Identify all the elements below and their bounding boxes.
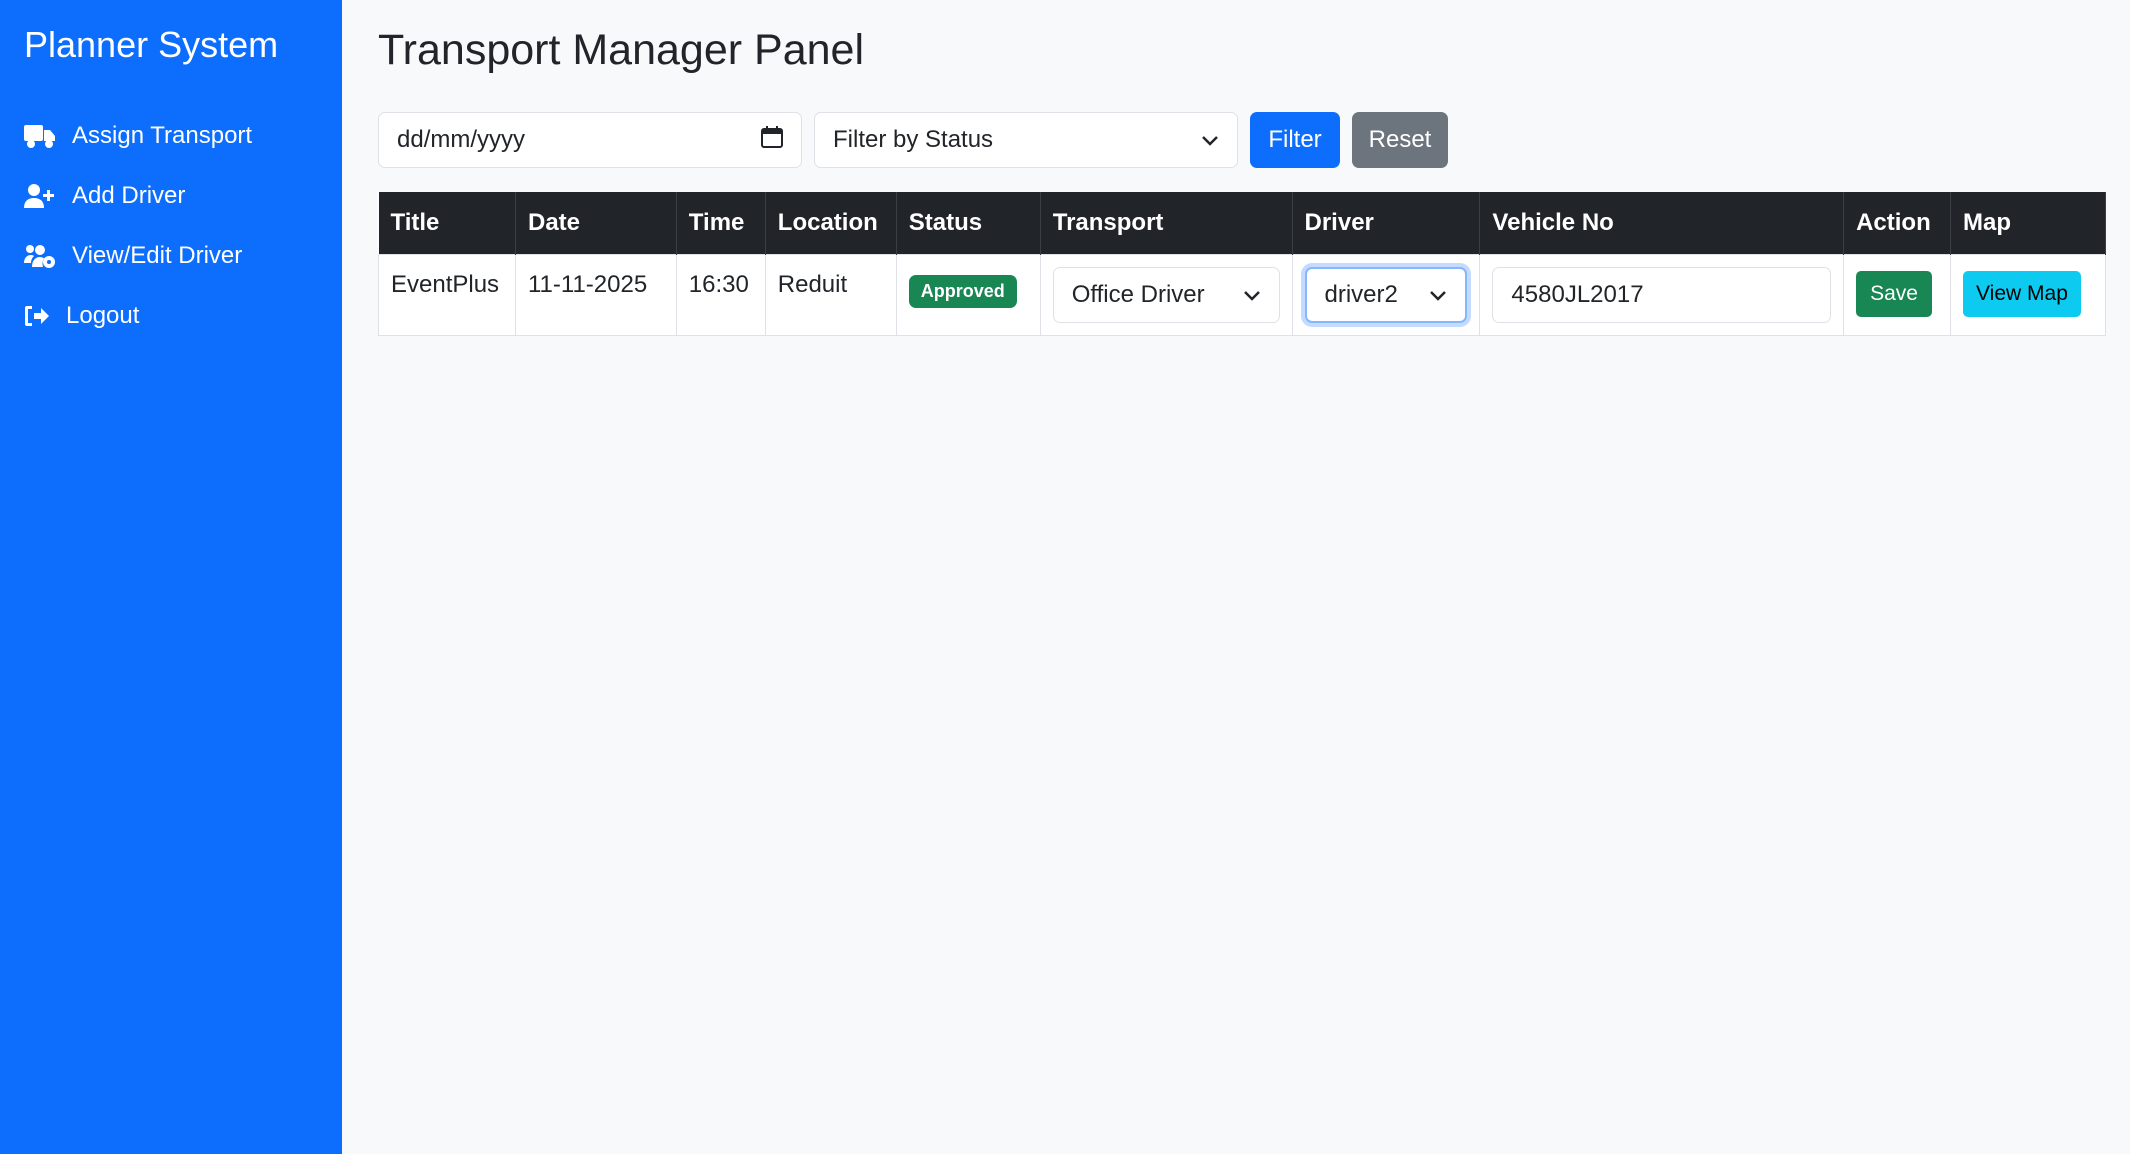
column-header-transport: Transport (1040, 192, 1293, 254)
brand-title: Planner System (24, 24, 279, 65)
table-row: EventPlus 11-11-2025 16:30 Reduit Approv… (378, 253, 2106, 336)
cell-action: Save (1843, 253, 1952, 336)
column-header-action: Action (1843, 192, 1952, 254)
sidebar-item-logout[interactable]: Logout (24, 286, 342, 346)
date-placeholder: dd/mm/yyyy (397, 126, 526, 153)
reset-button[interactable]: Reset (1352, 112, 1448, 168)
sidebar: Planner System Assign Transport Add Driv… (0, 0, 342, 1154)
column-header-title: Title (378, 192, 516, 254)
cell-title: EventPlus (378, 253, 516, 336)
column-header-vehicle-no: Vehicle No (1479, 192, 1845, 254)
cell-status: Approved (895, 253, 1041, 336)
column-header-driver: Driver (1292, 192, 1481, 254)
sidebar-item-assign-transport[interactable]: Assign Transport (24, 106, 342, 166)
sign-out-icon (24, 301, 50, 331)
column-header-status: Status (896, 192, 1041, 254)
date-filter-input[interactable]: dd/mm/yyyy (378, 112, 802, 168)
users-cog-icon (24, 241, 56, 271)
sidebar-item-label: Logout (66, 302, 140, 329)
driver-select[interactable]: driver2 (1304, 266, 1468, 323)
sidebar-item-label: Assign Transport (72, 122, 253, 149)
column-header-time: Time (676, 192, 766, 254)
main-content: Transport Manager Panel dd/mm/yyyy Filte… (342, 0, 2130, 1154)
filter-bar: dd/mm/yyyy Filter by Status Filter Reset (378, 112, 2130, 168)
column-header-date: Date (515, 192, 677, 254)
table-header-row: Title Date Time Location Status Transpor… (378, 192, 2106, 254)
status-filter-label: Filter by Status (833, 126, 994, 153)
sidebar-item-label: Add Driver (72, 182, 186, 209)
sidebar-item-label: View/Edit Driver (72, 242, 243, 269)
filter-button[interactable]: Filter (1250, 112, 1340, 168)
user-plus-icon (24, 181, 56, 211)
chevron-down-icon (1201, 126, 1219, 154)
chevron-down-icon (1243, 281, 1261, 309)
page-title: Transport Manager Panel (378, 26, 864, 74)
transport-select[interactable]: Office Driver (1052, 266, 1280, 323)
transport-table: Title Date Time Location Status Transpor… (378, 192, 2106, 336)
cell-driver: driver2 (1291, 253, 1481, 336)
column-header-map: Map (1950, 192, 2106, 254)
chevron-down-icon (1429, 281, 1447, 309)
cell-map: View Map (1950, 253, 2106, 336)
status-badge: Approved (908, 274, 1017, 308)
cell-vehicle-no: 4580JL2017 (1479, 253, 1845, 336)
cell-time: 16:30 (675, 253, 766, 336)
sidebar-item-view-edit-driver[interactable]: View/Edit Driver (24, 226, 342, 286)
cell-transport: Office Driver (1039, 253, 1293, 336)
sidebar-item-add-driver[interactable]: Add Driver (24, 166, 342, 226)
transport-select-value: Office Driver (1071, 280, 1205, 308)
driver-select-value: driver2 (1324, 280, 1398, 308)
view-map-button[interactable]: View Map (1963, 270, 2081, 317)
truck-icon (24, 121, 56, 151)
status-filter-select[interactable]: Filter by Status (814, 112, 1238, 168)
cell-location: Reduit (764, 253, 897, 336)
vehicle-no-input[interactable]: 4580JL2017 (1492, 266, 1832, 323)
cell-date: 11-11-2025 (514, 253, 677, 336)
column-header-location: Location (765, 192, 897, 254)
save-button[interactable]: Save (1856, 270, 1932, 317)
calendar-icon[interactable] (761, 125, 783, 155)
